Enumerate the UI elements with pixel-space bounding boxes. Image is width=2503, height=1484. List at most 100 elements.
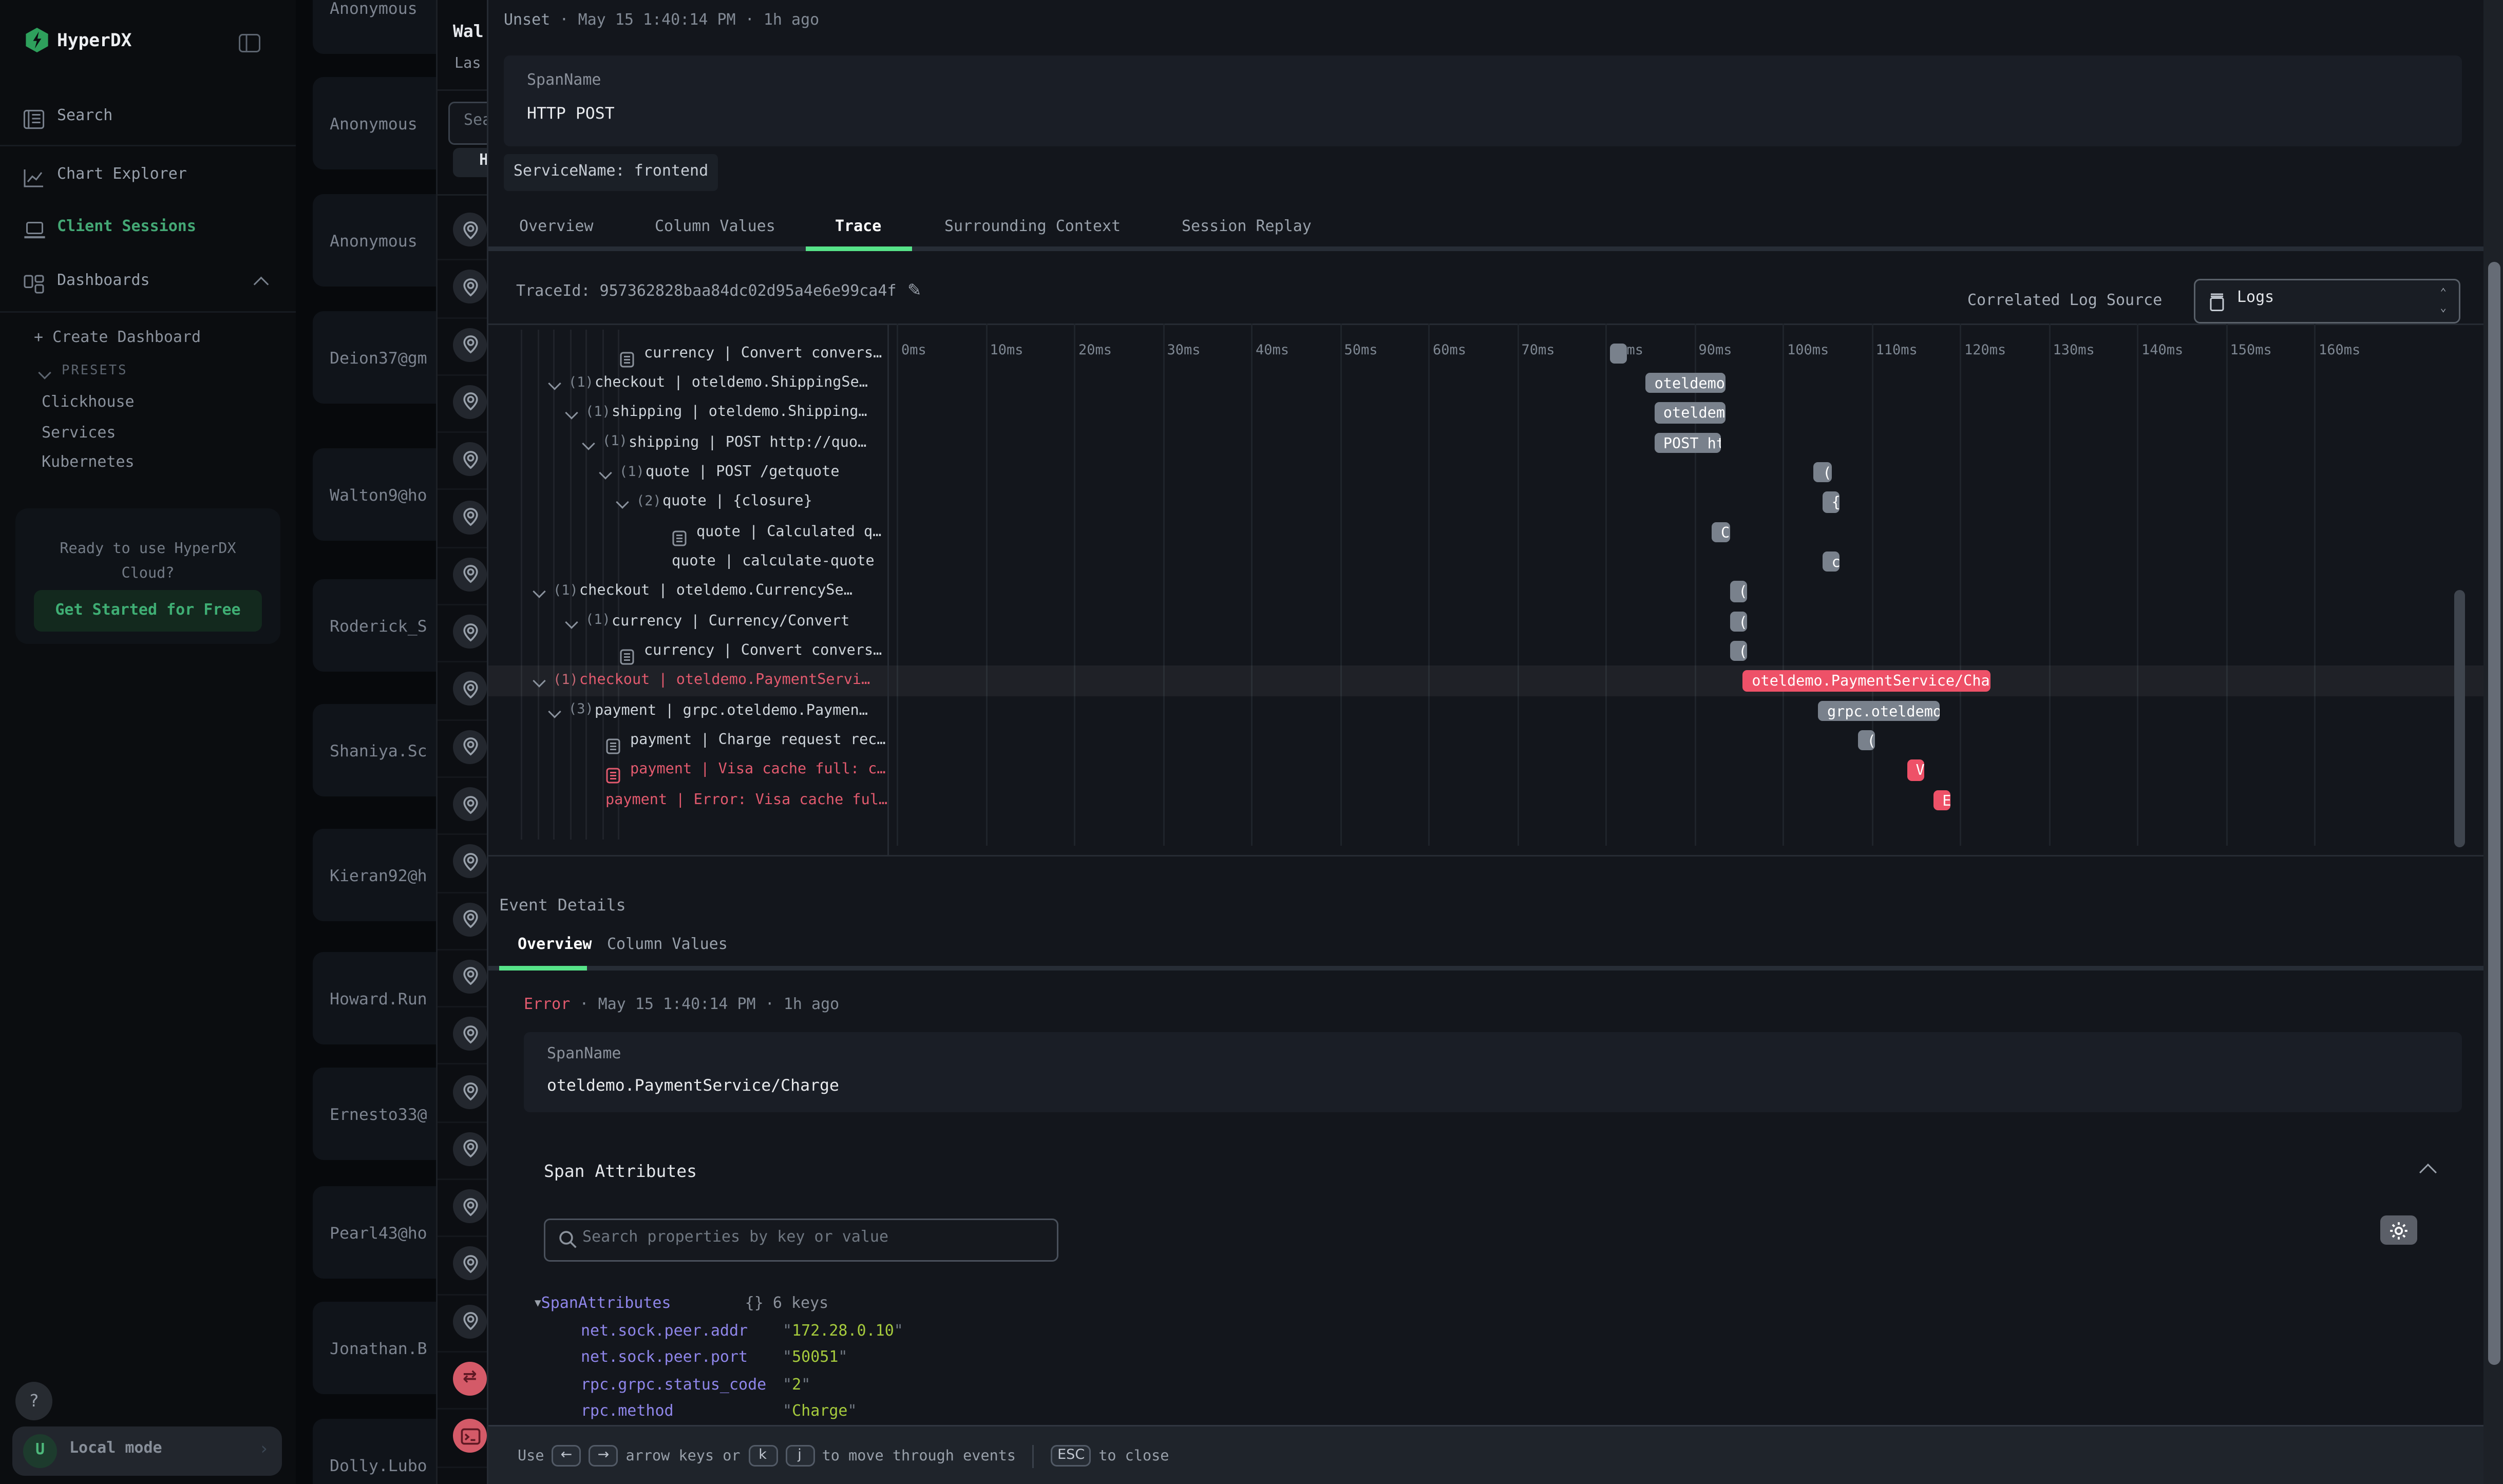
span-duration-bar[interactable]: V [1907,760,1925,781]
span-duration-bar[interactable]: E [1933,790,1951,811]
span-duration-bar[interactable]: POST htt [1654,432,1720,453]
chevron-down-icon[interactable] [616,496,629,509]
location-pin-icon[interactable] [453,328,487,362]
edit-pencil-icon[interactable]: ✎ [907,280,922,300]
span-duration-bar[interactable]: grpc.oteldemo. [1818,700,1940,721]
trace-tree-row[interactable]: payment | Visa cache full: c… [488,755,887,785]
sidebar-collapse-icon[interactable] [239,29,260,59]
location-pin-icon[interactable] [453,902,487,936]
trace-tree-row[interactable]: (3)payment | grpc.oteldemo.Paymen… [488,696,887,726]
session-list-item[interactable]: Anonymous [313,77,436,169]
highlighted-chip[interactable]: H [453,148,488,177]
span-duration-bar[interactable]: ( [1730,641,1748,662]
span-duration-bar[interactable]: oteldemo.Sh [1645,373,1725,394]
tab-overview[interactable]: Overview [519,219,594,236]
session-list-item[interactable]: Anonymous [313,0,436,54]
sidebar-item-chart-explorer[interactable]: Chart Explorer [0,157,296,197]
attributes-search-input[interactable]: Search properties by key or value [544,1219,1058,1262]
location-pin-icon[interactable] [453,1017,487,1051]
terminal-icon[interactable] [453,1419,487,1453]
chevron-down-icon[interactable] [533,585,545,598]
span-duration-bar[interactable]: ( [1858,730,1876,751]
sidebar-item-search[interactable]: Search [0,99,296,139]
help-button[interactable]: ? [15,1382,52,1420]
trace-tree-row[interactable]: (1)quote | POST /getquote [488,458,887,487]
location-pin-icon[interactable] [453,672,487,706]
chevron-down-icon[interactable] [599,466,612,479]
tab-column-values[interactable]: Column Values [655,219,775,236]
location-pin-icon[interactable] [453,845,487,879]
attributes-root-row[interactable]: ▼SpanAttributes {} 6 keys [535,1296,828,1312]
chevron-down-icon[interactable] [548,377,561,390]
location-pin-icon[interactable] [453,730,487,764]
waterfall-scrollbar[interactable] [2454,590,2465,847]
trace-tree-row[interactable]: currency | Convert convers… [488,338,887,368]
location-pin-icon[interactable] [453,615,487,649]
chevron-down-icon[interactable] [565,615,578,628]
session-list-item[interactable]: Kieran92@h [313,829,436,921]
session-list-item[interactable]: Pearl43@ho [313,1186,436,1279]
chevron-down-icon[interactable] [533,675,545,688]
session-list-item[interactable]: Ernesto33@ [313,1068,436,1160]
trace-tree-row[interactable]: (1)shipping | oteldemo.Shipping… [488,398,887,428]
span-duration-bar[interactable]: ( [1730,581,1748,602]
trace-tree-row[interactable]: quote | Calculated q… [488,517,887,547]
location-pin-icon[interactable] [453,270,487,304]
trace-tree-row[interactable]: payment | Charge request rec… [488,726,887,755]
sidebar-item-client-sessions[interactable]: Client Sessions [0,210,296,250]
location-pin-icon[interactable] [453,1247,487,1281]
chevron-down-icon[interactable] [582,436,595,449]
trace-tree-row[interactable]: (1)checkout | oteldemo.PaymentServi… [488,666,887,696]
trace-tree-row[interactable]: quote | calculate-quote [488,547,887,577]
swap-arrows-icon[interactable]: ⇄ [453,1362,487,1396]
span-duration-bar[interactable]: ( [1813,462,1831,483]
location-pin-icon[interactable] [453,213,487,246]
location-pin-icon[interactable] [453,787,487,821]
preset-item-services[interactable]: Services [42,425,116,442]
span-duration-bar[interactable]: oteldemo.PaymentService/Char [1742,671,1990,692]
location-pin-icon[interactable] [453,557,487,591]
trace-tree-row[interactable]: (1)currency | Currency/Convert [488,606,887,636]
session-list-item[interactable]: Howard.Run [313,952,436,1044]
attribute-key[interactable]: rpc.method [581,1404,674,1421]
location-pin-icon[interactable] [453,1132,487,1166]
location-pin-icon[interactable] [453,960,487,994]
preset-item-kubernetes[interactable]: Kubernetes [42,454,135,471]
span-duration-bar[interactable]: C [1712,522,1730,543]
session-list-item[interactable]: Anonymous [313,194,436,287]
collapse-section-icon[interactable] [2419,1164,2437,1181]
location-pin-icon[interactable] [453,443,487,477]
trace-tree-row[interactable]: (1)checkout | oteldemo.ShippingSe… [488,368,887,398]
span-duration-bar[interactable]: ( [1730,611,1748,632]
get-started-button[interactable]: Get Started for Free [34,590,262,632]
span-duration-bar[interactable]: { [1823,492,1841,513]
session-list-item[interactable]: Roderick_S [313,579,436,672]
session-list-item[interactable]: Deion37@gm [313,311,436,404]
session-list-item[interactable]: Jonathan.B [313,1302,436,1394]
session-list-item[interactable]: Dolly.Lubo [313,1419,436,1484]
tab-session-replay[interactable]: Session Replay [1182,219,1312,236]
session-list-item[interactable]: Walton9@ho [313,448,436,541]
local-mode-button[interactable]: U Local mode › [12,1426,282,1476]
create-dashboard-button[interactable]: + Create Dashboard [34,330,201,347]
span-duration-bar[interactable]: c [1823,551,1841,573]
settings-button[interactable] [2380,1215,2417,1245]
attribute-key[interactable]: net.sock.peer.port [581,1349,748,1366]
sidebar-item-dashboards[interactable]: Dashboards [0,263,296,303]
span-duration-bar[interactable]: oteldemo [1654,403,1725,424]
correlated-log-source-select[interactable]: Logs ⌃⌄ [2194,279,2460,324]
chevron-down-icon[interactable] [565,407,578,420]
location-pin-icon[interactable] [453,1189,487,1223]
tab-surrounding-context[interactable]: Surrounding Context [944,219,1121,236]
location-pin-icon[interactable] [453,385,487,419]
trace-tree-row[interactable]: (1)checkout | oteldemo.CurrencySe… [488,577,887,606]
attribute-key[interactable]: rpc.grpc.status_code [581,1377,766,1394]
preset-item-clickhouse[interactable]: Clickhouse [42,394,135,411]
location-pin-icon[interactable] [453,1304,487,1338]
trace-tree-row[interactable]: (2)quote | {closure} [488,487,887,517]
location-pin-icon[interactable] [453,1075,487,1109]
modal-scrollbar-thumb[interactable] [2488,262,2500,1365]
location-pin-icon[interactable] [453,500,487,534]
trace-tree-row[interactable]: (1)shipping | POST http://quo… [488,428,887,458]
trace-tree-row[interactable]: currency | Convert convers… [488,636,887,666]
